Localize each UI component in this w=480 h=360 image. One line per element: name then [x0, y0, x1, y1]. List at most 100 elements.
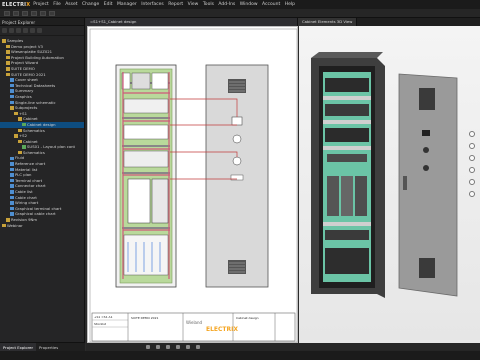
tree-item-label: Schematics — [23, 149, 45, 155]
menu-file[interactable]: File — [53, 2, 61, 7]
folder-icon — [6, 218, 10, 222]
zoom-icon[interactable] — [196, 345, 200, 349]
status-bar — [86, 343, 480, 351]
folder-icon — [2, 223, 6, 228]
menu-window[interactable]: Window — [240, 2, 258, 7]
document-icon — [10, 190, 14, 194]
ortho-icon[interactable] — [166, 345, 170, 349]
settings-icon[interactable] — [37, 28, 42, 33]
menu-manager[interactable]: Manager — [117, 2, 137, 7]
menu-edit[interactable]: Edit — [104, 2, 113, 7]
fit-view-icon[interactable] — [469, 191, 475, 197]
document-icon — [22, 145, 26, 149]
folder-icon — [2, 39, 6, 43]
folder-icon — [10, 106, 14, 110]
menu-tools[interactable]: Tools — [203, 2, 214, 7]
print-icon[interactable] — [49, 10, 55, 16]
view-navigation — [469, 131, 476, 203]
menu-asset[interactable]: Asset — [65, 2, 77, 7]
cabinet-front-drawing — [115, 64, 177, 288]
new-icon[interactable] — [4, 10, 10, 16]
taskbar — [0, 351, 480, 360]
title-row-1: +S1 =S1 A1 — [94, 315, 113, 319]
folder-icon — [6, 67, 10, 71]
cabinet-layout-drawing: +S1 =S1 A1 Stücklst SUITE DEMO 2021 Wiel… — [89, 28, 297, 342]
toolbar — [0, 9, 480, 18]
cabinet-design-sheet[interactable]: +S1 =S1 A1 Stücklst SUITE DEMO 2021 Wiel… — [87, 26, 298, 343]
cabinet-3d-view[interactable] — [299, 26, 480, 343]
back-icon[interactable] — [2, 28, 7, 33]
document-icon — [10, 78, 14, 82]
document-icon — [10, 94, 14, 99]
document-icon — [10, 195, 14, 200]
document-icon — [10, 156, 14, 161]
snap-icon[interactable] — [146, 345, 150, 349]
menu-report[interactable]: Report — [168, 2, 183, 7]
save-icon[interactable] — [22, 10, 28, 16]
project-explorer-panel: Project Explorer Samples Demo project V3 W… — [0, 18, 85, 351]
document-icon — [10, 201, 14, 205]
grid-icon[interactable] — [156, 345, 160, 349]
tab-cabinet-design[interactable]: =S1+S1_Cabinet design — [86, 18, 298, 26]
tab-3d-view[interactable]: Cabinet Elements 3D View — [298, 18, 358, 26]
refresh-icon[interactable] — [16, 28, 21, 33]
folder-icon — [14, 134, 18, 138]
folder-icon — [6, 61, 10, 65]
menu-view[interactable]: View — [188, 2, 199, 7]
menu-help[interactable]: Help — [285, 2, 295, 7]
cabinet-door-drawing — [205, 64, 269, 288]
menu-project[interactable]: Project — [33, 2, 48, 7]
undo-icon[interactable] — [31, 10, 37, 16]
panel-title: Project Explorer — [0, 18, 84, 26]
folder-icon — [18, 128, 22, 133]
open-icon[interactable] — [13, 10, 19, 16]
document-icon — [10, 100, 14, 105]
document-icon — [10, 178, 14, 183]
folder-icon — [6, 50, 10, 54]
document-icon — [10, 167, 14, 172]
title-brand: Wieland — [186, 320, 203, 325]
folder-icon — [14, 111, 18, 116]
menu-change[interactable]: Change — [82, 2, 99, 7]
bottom-tabs: Project Explorer Properties — [0, 342, 85, 352]
title-row-2: Stücklst — [94, 322, 107, 326]
cabinet-3d-model — [311, 52, 458, 298]
document-icon — [10, 184, 14, 188]
title-project: SUITE DEMO 2021 — [131, 316, 159, 320]
menu-bar: ELECTRIX Project File Asset Change Edit … — [0, 0, 480, 9]
tree-item[interactable]: Webinar — [0, 223, 84, 229]
rotate-icon[interactable] — [469, 167, 475, 173]
home-view-icon[interactable] — [469, 131, 475, 137]
title-brand-logo: ELECTRIX — [206, 326, 238, 333]
project-tree: Samples Demo project V3 Wiesenplatte SUZ02… — [0, 36, 84, 228]
layer-icon[interactable] — [176, 345, 180, 349]
document-icon — [10, 173, 14, 177]
document-icon — [10, 212, 14, 216]
pan-icon[interactable] — [469, 179, 475, 185]
filter-icon[interactable] — [23, 28, 28, 33]
app-window: ELECTRIX Project File Asset Change Edit … — [0, 0, 480, 360]
search-icon[interactable] — [30, 28, 35, 33]
zoom-in-icon[interactable] — [469, 143, 475, 149]
menu-interfaces[interactable]: Interfaces — [141, 2, 164, 7]
folder-icon — [18, 150, 22, 155]
document-icon — [10, 206, 14, 211]
menu-account[interactable]: Account — [262, 2, 280, 7]
measure-icon[interactable] — [186, 345, 190, 349]
title-block: +S1 =S1 A1 Stücklst SUITE DEMO 2021 Wiel… — [91, 312, 296, 342]
document-icon — [10, 162, 14, 166]
redo-icon[interactable] — [40, 10, 46, 16]
document-icon — [22, 122, 26, 127]
folder-icon — [6, 72, 10, 77]
document-icon — [10, 89, 14, 93]
folder-icon — [18, 139, 22, 144]
menu-add-ins[interactable]: Add-Ins — [218, 2, 235, 7]
app-logo: ELECTRIX — [2, 1, 31, 8]
panel-toolbar — [0, 26, 84, 36]
document-icon — [10, 83, 14, 88]
folder-icon — [6, 55, 10, 60]
tree-item-label: Webinar — [7, 222, 23, 228]
zoom-out-icon[interactable] — [469, 155, 475, 161]
folder-icon — [6, 44, 10, 49]
forward-icon[interactable] — [9, 28, 14, 33]
